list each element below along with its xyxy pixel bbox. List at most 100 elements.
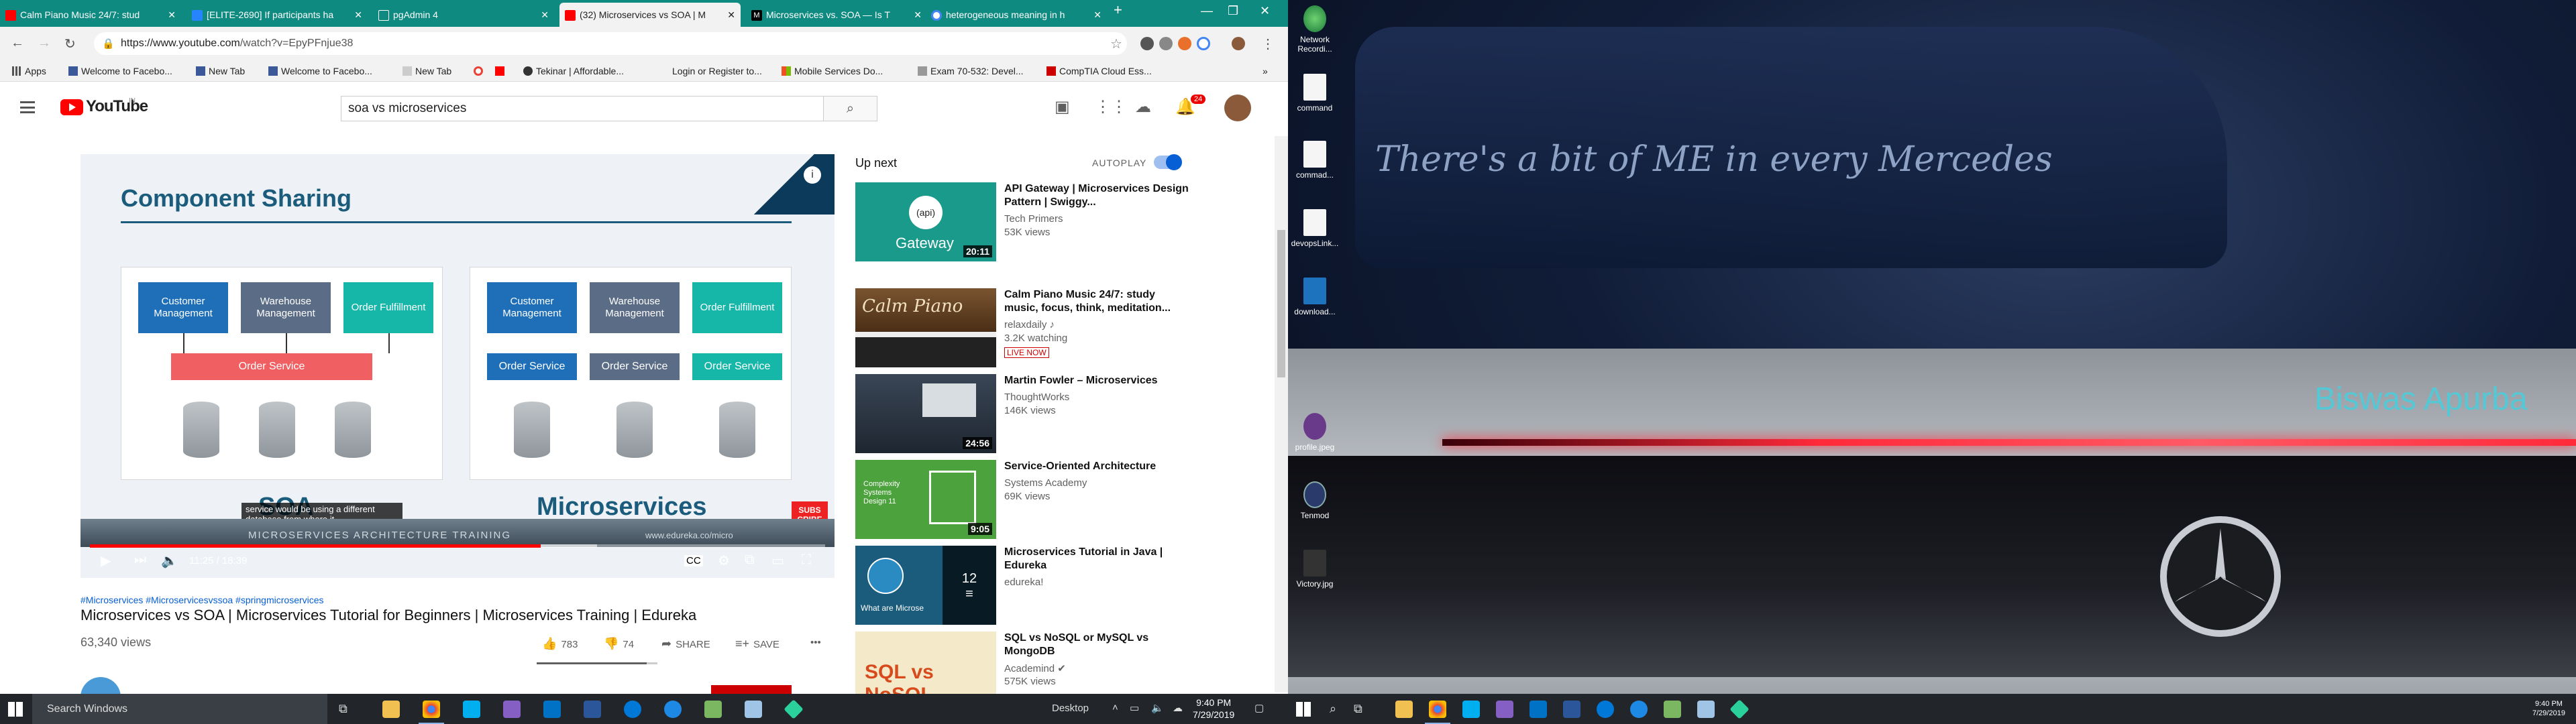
word-icon[interactable] — [1563, 701, 1580, 718]
outlook-icon[interactable] — [543, 701, 561, 718]
extension-icon[interactable] — [1159, 37, 1173, 50]
create-video-icon[interactable]: ▣ — [1055, 97, 1070, 117]
app-icon[interactable] — [745, 701, 762, 718]
recommendation-item[interactable]: 24:56 Martin Fowler – Microservices Thou… — [855, 374, 1197, 455]
bookmark-login[interactable]: Login or Register to... — [672, 66, 762, 76]
volume-icon[interactable]: 🔈 — [1151, 702, 1164, 714]
desktop-icon-download[interactable]: download... — [1288, 278, 1342, 316]
save-button[interactable]: ≡+ SAVE — [735, 637, 780, 651]
back-icon[interactable]: ← — [11, 36, 24, 51]
file-explorer-icon[interactable] — [382, 701, 400, 718]
onedrive-icon[interactable]: ☁ — [1173, 702, 1183, 714]
close-window-button[interactable]: ✕ — [1260, 4, 1270, 18]
tab-calm-piano[interactable]: Calm Piano Music 24/7: stud ✕ — [0, 3, 181, 27]
app-icon[interactable] — [1697, 701, 1715, 718]
hashtags[interactable]: #Microservices #Microservicesvssoa #spri… — [80, 595, 324, 605]
reload-icon[interactable]: ↻ — [64, 36, 76, 52]
autoplay-toggle[interactable] — [1154, 154, 1182, 170]
youtube-wordmark[interactable]: YouTube — [86, 97, 148, 116]
network-icon[interactable]: ▭ — [1130, 702, 1139, 714]
progress-bar[interactable] — [90, 544, 825, 548]
close-icon[interactable]: ✕ — [914, 3, 922, 27]
video-player[interactable]: Component Sharing i Customer Management … — [80, 154, 835, 578]
skype-icon[interactable] — [463, 701, 480, 718]
tab-pgadmin[interactable]: pgAdmin 4 ✕ — [373, 3, 554, 27]
bookmark-comptia[interactable]: CompTIA Cloud Ess... — [1046, 66, 1152, 76]
bookmarks-overflow-icon[interactable]: » — [1263, 66, 1268, 76]
outlook-icon[interactable] — [1529, 701, 1547, 718]
scrollbar-thumb[interactable] — [1277, 230, 1285, 377]
bookmark-tekinar[interactable]: Tekinar | Affordable... — [523, 66, 624, 76]
desktop-toolbar[interactable]: Desktop — [1052, 703, 1089, 714]
word-icon[interactable] — [584, 701, 601, 718]
desktop-icon-network-recording[interactable]: Network Recordi... — [1288, 5, 1342, 54]
search-input[interactable]: soa vs microservices — [341, 96, 824, 121]
close-icon[interactable]: ✕ — [727, 3, 735, 27]
bookmark-facebook-2[interactable]: Welcome to Facebo... — [268, 66, 372, 76]
bookmark-google[interactable] — [474, 66, 486, 76]
theater-mode-icon[interactable]: ▭ — [771, 552, 784, 569]
tray-chevron-icon[interactable]: ˄ — [1112, 702, 1118, 713]
edge-icon[interactable] — [624, 701, 641, 718]
miniplayer-icon[interactable]: ⧉ — [745, 552, 754, 568]
captions-icon[interactable]: CC — [684, 555, 703, 566]
star-icon[interactable]: ☆ — [1110, 36, 1122, 52]
page-scrollbar[interactable] — [1275, 136, 1288, 692]
recommendation-item[interactable]: (api) Gateway 20:11 API Gateway | Micros… — [855, 182, 1197, 263]
tab-heterogeneous[interactable]: heterogeneous meaning in h ✕ — [926, 3, 1107, 27]
dislike-button[interactable]: 👎 74 — [604, 637, 634, 651]
close-icon[interactable]: ✕ — [354, 3, 362, 27]
app-icon[interactable] — [1664, 701, 1681, 718]
visual-studio-icon[interactable] — [503, 701, 521, 718]
subscribe-button[interactable] — [711, 685, 792, 694]
windows-start-icon[interactable] — [1296, 702, 1311, 717]
desktop-icon-profile[interactable]: profile.jpeg — [1288, 413, 1342, 452]
skype-icon[interactable] — [1462, 701, 1480, 718]
volume-icon[interactable]: 🔈 — [161, 552, 178, 569]
app-icon[interactable] — [1729, 699, 1750, 719]
visual-studio-icon[interactable] — [1496, 701, 1513, 718]
taskbar-clock-secondary[interactable]: 9:40 PM 7/29/2019 — [2532, 699, 2565, 718]
extension-icon[interactable] — [1178, 37, 1191, 50]
youtube-logo-icon[interactable] — [60, 99, 83, 115]
like-button[interactable]: 👍 783 — [542, 637, 578, 651]
task-view-icon[interactable]: ⧉ — [339, 702, 347, 716]
new-tab-button[interactable]: + — [1114, 1, 1122, 19]
apps-grid-icon[interactable]: ⋮⋮ — [1095, 97, 1127, 117]
desktop-icon-victory[interactable]: Victory.jpg — [1288, 550, 1342, 589]
bookmark-new-tab-1[interactable]: New Tab — [196, 66, 245, 76]
search-button[interactable]: ⌕ — [824, 96, 877, 121]
extension-icon[interactable] — [1197, 37, 1210, 50]
bookmark-facebook-1[interactable]: Welcome to Facebo... — [68, 66, 172, 76]
bookmark-youtube[interactable] — [495, 66, 508, 76]
edge-icon[interactable] — [1597, 701, 1614, 718]
desktop-icon-devopslink[interactable]: devopsLink... — [1288, 209, 1342, 248]
close-icon[interactable]: ✕ — [1093, 3, 1102, 27]
maximize-button[interactable]: ❐ — [1228, 4, 1238, 18]
desktop-icon-command[interactable]: command — [1288, 74, 1342, 113]
tab-medium[interactable]: M Microservices vs. SOA — Is T ✕ — [746, 3, 927, 27]
messages-icon[interactable]: ☁ — [1135, 97, 1151, 117]
ie-icon[interactable] — [664, 701, 682, 718]
recommendation-item[interactable]: Complexity Systems Design 11 9:05 Servic… — [855, 460, 1197, 540]
profile-icon[interactable] — [1232, 37, 1245, 50]
play-icon[interactable]: ▶ — [101, 552, 111, 569]
bookmark-mobile-services[interactable]: Mobile Services Do... — [782, 66, 883, 76]
chrome-icon[interactable] — [1425, 701, 1450, 724]
app-icon[interactable] — [784, 699, 804, 719]
close-icon[interactable]: ✕ — [541, 3, 549, 27]
ie-icon[interactable] — [1630, 701, 1648, 718]
task-view-icon[interactable]: ⧉ — [1354, 702, 1362, 716]
tab-elite[interactable]: [ELITE-2690] If participants ha ✕ — [186, 3, 368, 27]
share-button[interactable]: ➦ SHARE — [661, 637, 710, 651]
tab-microservices-soa[interactable]: (32) Microservices vs SOA | M ✕ — [559, 3, 741, 27]
close-icon[interactable]: ✕ — [168, 3, 176, 27]
recommendation-item[interactable]: What are Microse 12 ≡ Microservices Tutor… — [855, 546, 1197, 626]
hamburger-menu-icon[interactable] — [20, 101, 35, 113]
taskbar-clock[interactable]: 9:40 PM 7/29/2019 — [1193, 697, 1234, 721]
forward-icon[interactable]: → — [38, 36, 51, 51]
file-explorer-icon[interactable] — [1395, 701, 1413, 718]
fullscreen-icon[interactable]: ⛶ — [802, 552, 811, 568]
windows-start-icon[interactable] — [8, 702, 23, 717]
settings-icon[interactable]: ⚙ — [718, 552, 730, 569]
